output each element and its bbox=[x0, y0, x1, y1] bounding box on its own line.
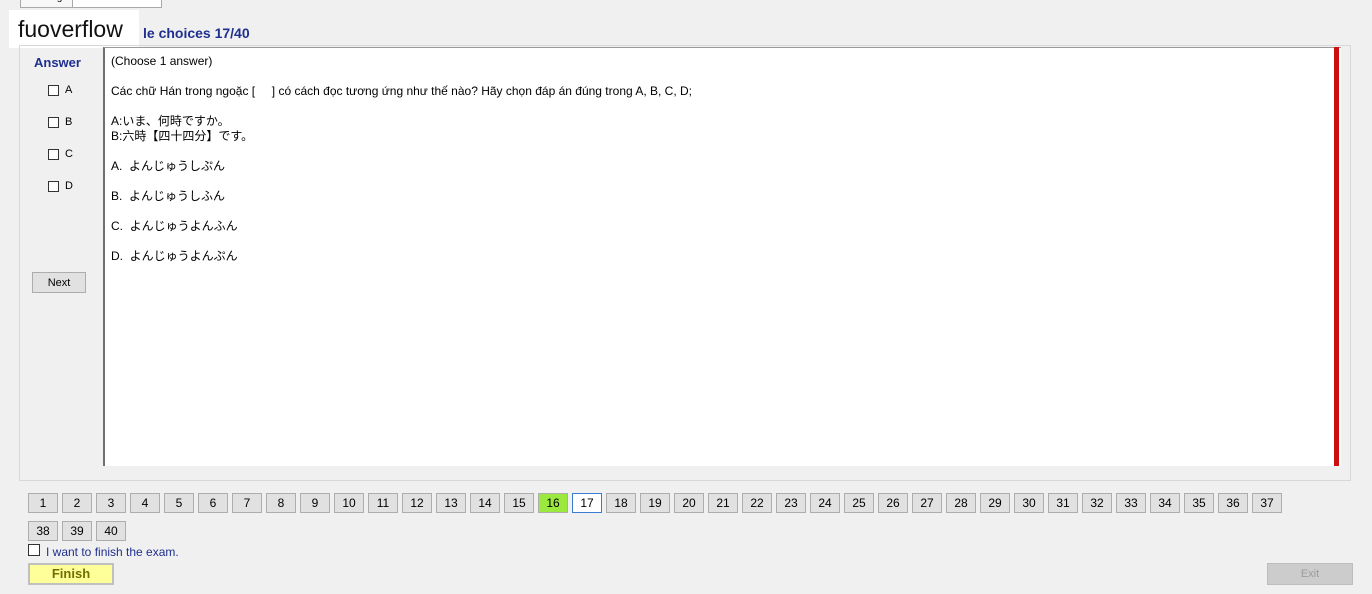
dialogue-line-a: A:いま、何時ですか。 bbox=[111, 114, 230, 128]
question-nav-button[interactable]: 12 bbox=[402, 493, 432, 513]
question-nav-button[interactable]: 31 bbox=[1048, 493, 1078, 513]
watermark: fuoverflow bbox=[9, 10, 139, 48]
question-nav-button[interactable]: 10 bbox=[334, 493, 364, 513]
question-nav-button[interactable]: 32 bbox=[1082, 493, 1112, 513]
question-nav-button[interactable]: 3 bbox=[96, 493, 126, 513]
section-title: le choices 17/40 bbox=[143, 25, 250, 41]
question-nav-button[interactable]: 4 bbox=[130, 493, 160, 513]
question-nav-button[interactable]: 37 bbox=[1252, 493, 1282, 513]
question-nav-button[interactable]: 36 bbox=[1218, 493, 1248, 513]
question-nav-button[interactable]: 2 bbox=[62, 493, 92, 513]
question-nav-button[interactable]: 30 bbox=[1014, 493, 1044, 513]
option-a[interactable]: A bbox=[48, 83, 72, 97]
question-nav-button[interactable]: 8 bbox=[266, 493, 296, 513]
dialogue-line-b: B:六時【四十四分】です。 bbox=[111, 129, 254, 143]
option-b[interactable]: B bbox=[48, 115, 72, 129]
finish-exam-checkbox-label[interactable]: I want to finish the exam. bbox=[46, 545, 179, 559]
option-c-checkbox[interactable] bbox=[48, 148, 59, 160]
next-button[interactable]: Next bbox=[32, 272, 86, 293]
question-nav-button[interactable]: 34 bbox=[1150, 493, 1180, 513]
question-nav-button[interactable]: 28 bbox=[946, 493, 976, 513]
question-nav-button[interactable]: 25 bbox=[844, 493, 874, 513]
tab-strip: Reading bbox=[0, 0, 170, 8]
question-nav-button[interactable]: 19 bbox=[640, 493, 670, 513]
option-c-label: C bbox=[65, 148, 73, 160]
question-nav-button[interactable]: 27 bbox=[912, 493, 942, 513]
exit-button[interactable]: Exit bbox=[1267, 563, 1353, 585]
question-nav-button[interactable]: 33 bbox=[1116, 493, 1146, 513]
question-nav-button[interactable]: 7 bbox=[232, 493, 262, 513]
question-nav-button[interactable]: 40 bbox=[96, 521, 126, 541]
option-c[interactable]: C bbox=[48, 147, 73, 161]
question-nav-button[interactable]: 18 bbox=[606, 493, 636, 513]
question-nav-button[interactable]: 24 bbox=[810, 493, 840, 513]
question-nav-button[interactable]: 1 bbox=[28, 493, 58, 513]
choice-c: C. よんじゅうよんふん bbox=[111, 219, 238, 233]
option-a-label: A bbox=[65, 84, 73, 96]
question-nav-button[interactable]: 39 bbox=[62, 521, 92, 541]
question-nav-button[interactable]: 35 bbox=[1184, 493, 1214, 513]
choice-a: A. よんじゅうしぷん bbox=[111, 159, 226, 173]
question-nav-button[interactable]: 21 bbox=[708, 493, 738, 513]
question-panel[interactable] bbox=[103, 47, 1341, 466]
finish-button[interactable]: Finish bbox=[28, 563, 114, 585]
question-nav-button[interactable]: 26 bbox=[878, 493, 908, 513]
tab-reading[interactable]: Reading bbox=[20, 0, 74, 8]
option-d-checkbox[interactable] bbox=[48, 180, 59, 192]
option-d-label: D bbox=[65, 180, 73, 192]
question-nav-button[interactable]: 17 bbox=[572, 493, 602, 513]
question-nav-button[interactable]: 6 bbox=[198, 493, 228, 513]
question-nav-button[interactable]: 5 bbox=[164, 493, 194, 513]
question-nav-button[interactable]: 22 bbox=[742, 493, 772, 513]
finish-exam-checkbox[interactable] bbox=[28, 544, 40, 556]
question-nav-button[interactable]: 9 bbox=[300, 493, 330, 513]
choice-d: D. よんじゅうよんぷん bbox=[111, 249, 238, 263]
question-nav-button[interactable]: 15 bbox=[504, 493, 534, 513]
question-prompt: Các chữ Hán trong ngoặc [ ] có cách đọc … bbox=[111, 84, 693, 98]
question-nav-button[interactable]: 20 bbox=[674, 493, 704, 513]
option-b-checkbox[interactable] bbox=[48, 116, 59, 128]
tab-multiple-choice[interactable] bbox=[72, 0, 162, 8]
question-panel-scroll-marker bbox=[1334, 47, 1339, 466]
option-d[interactable]: D bbox=[48, 179, 73, 193]
question-nav-button[interactable]: 23 bbox=[776, 493, 806, 513]
question-nav-button[interactable]: 38 bbox=[28, 521, 58, 541]
option-b-label: B bbox=[65, 116, 73, 128]
question-nav-button[interactable]: 13 bbox=[436, 493, 466, 513]
choice-b: B. よんじゅうしふん bbox=[111, 189, 226, 203]
question-instruction: (Choose 1 answer) bbox=[111, 54, 213, 68]
option-a-checkbox[interactable] bbox=[48, 84, 59, 96]
answer-heading: Answer bbox=[34, 55, 81, 70]
question-nav-button[interactable]: 29 bbox=[980, 493, 1010, 513]
question-nav-button[interactable]: 16 bbox=[538, 493, 568, 513]
question-nav-button[interactable]: 14 bbox=[470, 493, 500, 513]
question-nav-button[interactable]: 11 bbox=[368, 493, 398, 513]
